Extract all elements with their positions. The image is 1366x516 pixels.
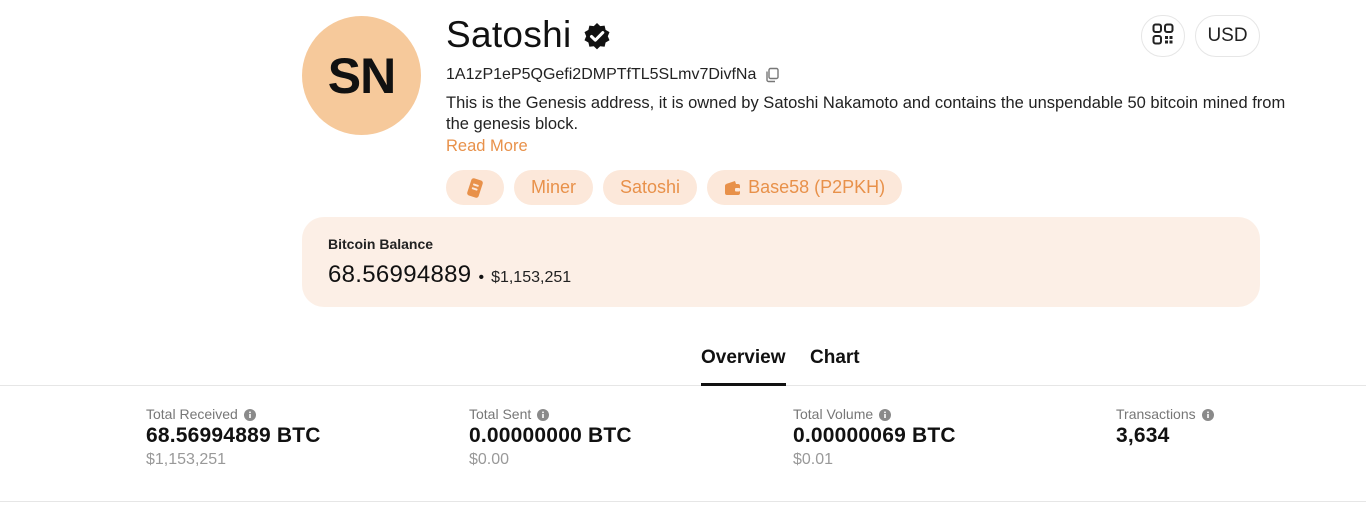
- wallet-icon: [724, 180, 741, 196]
- avatar: SN: [302, 16, 421, 135]
- stat-label: Total Sent: [469, 406, 632, 422]
- stat-value: 0.00000000 BTC: [469, 424, 632, 447]
- balance-card: Bitcoin Balance 68.56994889 • $1,153,251: [302, 217, 1260, 307]
- balance-usd: $1,153,251: [491, 269, 572, 286]
- stat-label-text: Total Sent: [469, 406, 532, 422]
- stat-usd: $0.00: [469, 451, 510, 468]
- stat-label-text: Total Received: [146, 406, 238, 422]
- balance-btc: 68.56994889: [328, 261, 472, 288]
- verified-badge-icon: [582, 22, 612, 52]
- tab-chart[interactable]: Chart: [810, 347, 860, 383]
- stat-value: 68.56994889 BTC: [146, 424, 321, 447]
- tab-overview[interactable]: Overview: [701, 347, 786, 386]
- info-icon[interactable]: [537, 408, 550, 421]
- tag-icon: [466, 177, 484, 199]
- balance-row: 68.56994889 • $1,153,251: [328, 261, 1234, 289]
- tag-icon-chip[interactable]: [446, 170, 504, 205]
- read-more-link[interactable]: Read More: [446, 137, 528, 156]
- stat-total-received: Total Received 68.56994889 BTC $1,153,25…: [146, 406, 321, 469]
- tag-list: Miner Satoshi Base58 (P2PKH): [446, 170, 903, 205]
- tag-address-type[interactable]: Base58 (P2PKH): [707, 170, 903, 205]
- stat-label: Total Received: [146, 406, 321, 422]
- profile-name: Satoshi: [446, 14, 572, 55]
- stat-label-text: Transactions: [1116, 406, 1196, 422]
- stat-label: Transactions: [1116, 406, 1214, 422]
- stat-usd: $1,153,251: [146, 451, 227, 468]
- currency-selector[interactable]: USD: [1195, 15, 1260, 57]
- info-icon[interactable]: [879, 408, 892, 421]
- info-icon[interactable]: [1201, 408, 1214, 421]
- stat-total-volume: Total Volume 0.00000069 BTC $0.01: [793, 406, 956, 469]
- stat-total-sent: Total Sent 0.00000000 BTC $0.00: [469, 406, 632, 469]
- stats-row: Total Received 68.56994889 BTC $1,153,25…: [0, 386, 1366, 502]
- balance-label: Bitcoin Balance: [328, 236, 434, 252]
- stat-transactions: Transactions 3,634: [1116, 406, 1214, 448]
- qr-code-button[interactable]: [1141, 15, 1185, 57]
- tag-miner[interactable]: Miner: [514, 170, 594, 205]
- stat-label-text: Total Volume: [793, 406, 874, 422]
- stat-usd: $0.01: [793, 451, 834, 468]
- address-row: 1A1zP1eP5QGefi2DMPTfTL5SLmv7DivfNa: [446, 66, 780, 84]
- info-icon[interactable]: [243, 408, 256, 421]
- stat-value: 3,634: [1116, 424, 1170, 447]
- tab-bar: Overview Chart: [0, 340, 1366, 386]
- stat-value: 0.00000069 BTC: [793, 424, 956, 447]
- tag-label: Base58 (P2PKH): [748, 177, 886, 197]
- profile-name-row: Satoshi: [446, 14, 612, 56]
- tag-label: Miner: [531, 177, 577, 197]
- balance-separator: •: [478, 269, 485, 286]
- stat-label: Total Volume: [793, 406, 956, 422]
- copy-icon[interactable]: [764, 67, 780, 83]
- qr-code-icon: [1152, 23, 1174, 50]
- address-description: This is the Genesis address, it is owned…: [446, 94, 1286, 133]
- header-actions: USD: [1141, 15, 1260, 57]
- avatar-initials: SN: [327, 47, 396, 104]
- tag-label: Satoshi: [620, 177, 681, 197]
- wallet-address: 1A1zP1eP5QGefi2DMPTfTL5SLmv7DivfNa: [446, 66, 757, 83]
- tag-satoshi[interactable]: Satoshi: [603, 170, 698, 205]
